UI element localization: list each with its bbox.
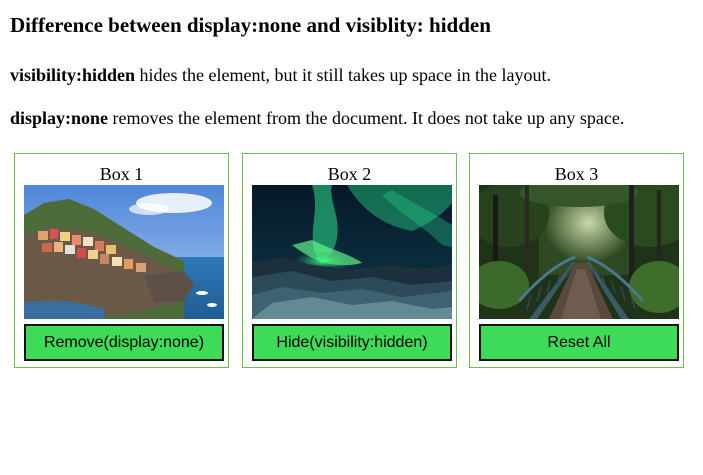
aurora-borealis-photo xyxy=(252,185,452,319)
box-1-label: Box 1 xyxy=(99,164,144,184)
box-2-label: Box 2 xyxy=(327,164,372,184)
box-3: Box 3 Reset All xyxy=(469,153,684,368)
box-1: Box 1 Remove(display:none) xyxy=(14,153,229,368)
display-none-description: display:none removes the element from th… xyxy=(10,107,624,129)
visibility-hidden-text: hides the element, but it still takes up… xyxy=(135,65,551,85)
boxes-row: Box 1 Remove(display:none) Box 2 Hide(vi… xyxy=(14,153,686,370)
page-title: Difference between display:none and visi… xyxy=(10,13,491,37)
display-none-term: display:none xyxy=(10,108,109,128)
box-2: Box 2 Hide(visibility:hidden) xyxy=(242,153,457,368)
visibility-hidden-term: visibility:hidden xyxy=(10,65,136,85)
remove-display-none-button[interactable]: Remove(display:none) xyxy=(24,324,224,361)
reset-all-button[interactable]: Reset All xyxy=(479,324,679,361)
hide-visibility-hidden-button[interactable]: Hide(visibility:hidden) xyxy=(252,324,452,361)
box-3-label: Box 3 xyxy=(554,164,599,184)
display-none-text: removes the element from the document. I… xyxy=(108,108,625,128)
visibility-hidden-description: visibility:hidden hides the element, but… xyxy=(10,64,551,86)
forest-bridge-photo xyxy=(479,185,679,319)
coastal-village-photo xyxy=(24,185,224,319)
